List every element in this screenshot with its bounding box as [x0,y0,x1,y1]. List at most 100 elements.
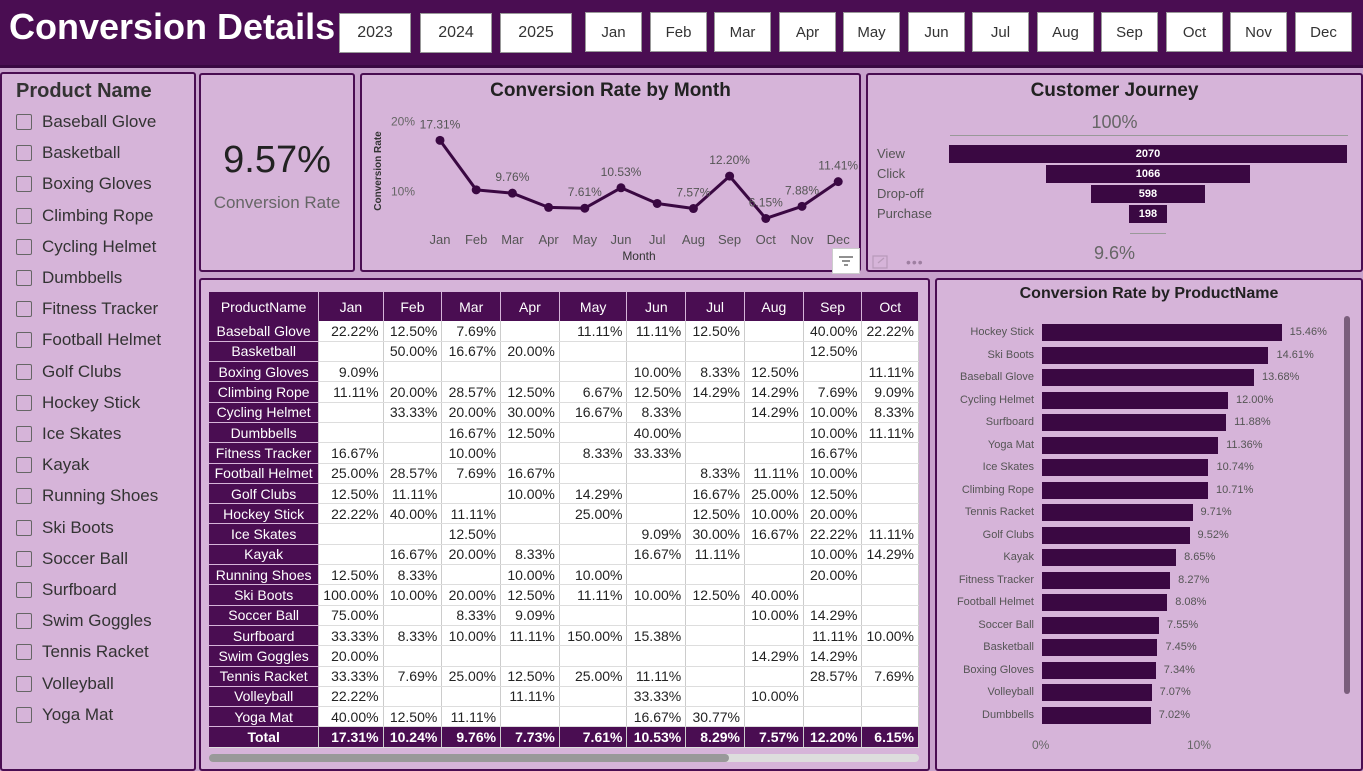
product-option-football-helmet[interactable]: Football Helmet [16,329,161,351]
checkbox[interactable] [16,613,32,630]
bar[interactable] [1042,571,1171,589]
product-option-baseball-glove[interactable]: Baseball Glove [16,111,156,133]
checkbox[interactable] [16,644,32,661]
checkbox[interactable] [16,238,32,255]
checkbox[interactable] [16,426,32,442]
column-header[interactable]: Jul [685,292,745,321]
bar[interactable] [1042,391,1228,409]
month-button-apr[interactable]: Apr [779,12,836,52]
vertical-scrollbar[interactable] [1344,316,1350,694]
table-cell: 12.50% [685,584,745,606]
bar[interactable] [1042,504,1193,521]
column-header[interactable]: Feb [383,292,443,321]
more-options-icon[interactable]: ••• [906,254,924,270]
checkbox[interactable] [16,176,32,193]
checkbox[interactable] [16,675,32,692]
column-header[interactable]: Jan [318,292,384,321]
month-button-sep[interactable]: Sep [1101,12,1158,52]
horizontal-scrollbar[interactable] [209,754,919,762]
bar[interactable] [1042,369,1255,386]
bar[interactable] [1042,459,1209,476]
product-option-fitness-tracker[interactable]: Fitness Tracker [16,298,158,320]
year-button-2025[interactable]: 2025 [500,13,572,53]
product-option-surfboard[interactable]: Surfboard [16,579,117,601]
checkbox[interactable] [16,394,32,411]
bar[interactable] [1042,324,1282,341]
product-option-tennis-racket[interactable]: Tennis Racket [16,641,149,663]
funnel-bar[interactable]: 2070 [949,145,1347,163]
bar[interactable] [1042,549,1177,566]
data-label: 7.57% [676,186,710,200]
checkbox[interactable] [16,270,32,286]
checkbox[interactable] [16,145,32,162]
scrollbar-thumb[interactable] [209,754,729,762]
checkbox[interactable] [16,582,32,598]
bar[interactable] [1042,481,1208,499]
filter-icon[interactable] [832,248,860,274]
checkbox[interactable] [16,207,32,224]
month-button-mar[interactable]: Mar [714,12,771,52]
bar[interactable] [1042,436,1219,454]
focus-mode-icon[interactable] [872,255,888,269]
month-button-oct[interactable]: Oct [1166,12,1223,52]
product-option-volleyball[interactable]: Volleyball [16,673,114,695]
month-button-aug[interactable]: Aug [1037,12,1094,52]
bar[interactable] [1042,616,1160,634]
checkbox[interactable] [16,706,32,723]
product-option-ski-boots[interactable]: Ski Boots [16,517,114,539]
checkbox[interactable] [16,114,32,130]
product-option-golf-clubs[interactable]: Golf Clubs [16,361,121,383]
checkbox[interactable] [16,519,32,536]
product-option-climbing-rope[interactable]: Climbing Rope [16,205,154,227]
product-option-dumbbells[interactable]: Dumbbells [16,267,122,289]
total-row: Total 17.31% 10.24% 9.76% 7.73% 7.61% 10.53% 8.… [209,726,919,748]
funnel-bar[interactable]: 598 [1090,185,1206,203]
column-header[interactable]: May [559,292,628,321]
month-button-nov[interactable]: Nov [1230,12,1287,52]
product-option-swim-goggles[interactable]: Swim Goggles [16,610,152,632]
month-button-dec[interactable]: Dec [1295,12,1352,52]
column-header[interactable]: Jun [626,292,687,321]
column-header[interactable]: Oct [861,292,919,321]
column-header[interactable]: ProductName [209,292,320,321]
funnel-bar[interactable]: 1066 [1045,165,1251,183]
month-button-jul[interactable]: Jul [972,12,1029,52]
column-header[interactable]: Sep [803,292,863,321]
bar[interactable] [1042,346,1269,364]
year-button-2024[interactable]: 2024 [420,13,492,53]
product-option-basketball[interactable]: Basketball [16,142,120,164]
product-option-ice-skates[interactable]: Ice Skates [16,423,121,445]
column-header[interactable]: Aug [744,292,804,321]
product-option-running-shoes[interactable]: Running Shoes [16,485,158,507]
month-button-jun[interactable]: Jun [908,12,965,52]
checkbox[interactable] [16,457,32,474]
checkbox[interactable] [16,488,32,505]
row-header: Running Shoes [209,564,320,586]
funnel-bar[interactable]: 198 [1128,205,1168,223]
bar-chart-panel: Conversion Rate by ProductName Hockey St… [935,278,1363,771]
year-button-2023[interactable]: 2023 [339,13,411,53]
bar[interactable] [1042,639,1158,656]
product-option-cycling-helmet[interactable]: Cycling Helmet [16,236,156,258]
product-option-hockey-stick[interactable]: Hockey Stick [16,392,140,414]
product-option-kayak[interactable]: Kayak [16,454,89,476]
column-header[interactable]: Apr [500,292,560,321]
bar[interactable] [1042,706,1151,724]
table-cell: 10.00% [500,564,560,586]
checkbox[interactable] [16,363,32,380]
product-option-soccer-ball[interactable]: Soccer Ball [16,548,128,570]
column-header[interactable]: Mar [441,292,502,321]
checkbox[interactable] [16,301,32,318]
product-option-boxing-gloves[interactable]: Boxing Gloves [16,173,152,195]
month-button-jan[interactable]: Jan [585,12,642,52]
month-button-may[interactable]: May [843,12,900,52]
bar[interactable] [1042,661,1156,679]
bar[interactable] [1042,594,1168,611]
checkbox[interactable] [16,332,32,349]
bar[interactable] [1042,414,1227,431]
bar[interactable] [1042,526,1190,544]
bar[interactable] [1042,684,1152,701]
product-option-yoga-mat[interactable]: Yoga Mat [16,704,113,726]
month-button-feb[interactable]: Feb [650,12,707,52]
checkbox[interactable] [16,550,32,567]
